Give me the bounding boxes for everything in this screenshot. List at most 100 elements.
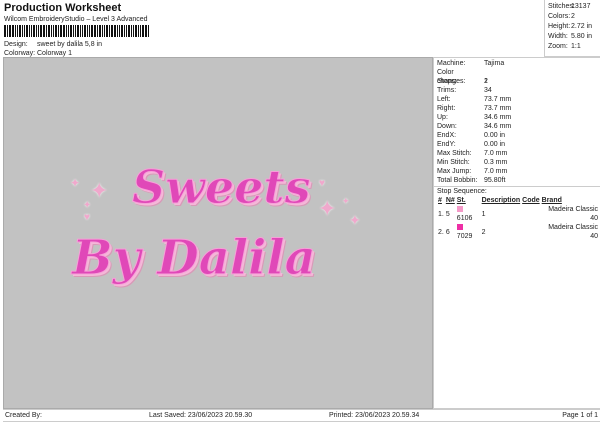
info-row: Max Stitch: 7.0 mm <box>434 149 600 158</box>
info-row: EndY: 0.00 in <box>434 140 600 149</box>
brand: Madeira Classic 40 <box>548 206 598 222</box>
barcode-bar <box>60 25 62 37</box>
barcode-bar <box>114 25 116 37</box>
stat-value: 2 <box>571 13 575 20</box>
info-value: 7.0 mm <box>484 150 508 157</box>
info-label: Right: <box>437 105 456 112</box>
info-label: Min Stitch: <box>437 159 470 166</box>
printed-date: Printed: 23/06/2023 20.59.34 <box>329 412 420 419</box>
info-row: Total Bobbin: 95.80ft <box>434 176 600 185</box>
barcode-bar <box>77 25 79 37</box>
heart-icon: ♥ <box>84 212 90 223</box>
barcode-bar <box>106 25 108 37</box>
barcode-bar <box>104 25 105 37</box>
design-row: Design: sweet by dalila 5,8 in <box>4 41 102 48</box>
code <box>521 205 541 223</box>
sparkle-icon: ✦ <box>318 196 337 221</box>
column-header: Description <box>481 197 521 204</box>
barcode-bar <box>89 25 90 37</box>
info-label: Total Bobbin: <box>437 177 478 184</box>
info-value: 0.3 mm <box>484 159 508 166</box>
barcode-bar <box>80 25 81 37</box>
barcode-bar <box>126 25 127 37</box>
stat-label: Zoom: <box>548 43 568 50</box>
info-value: 34.6 mm <box>484 114 512 121</box>
needle-number: 6 <box>445 228 450 236</box>
info-row: Trims: 34 <box>434 86 600 95</box>
info-row: Left: 73.7 mm <box>434 95 600 104</box>
colorway-row: Colorway: Colorway 1 <box>4 50 72 57</box>
info-label: Max Stitch: <box>437 150 472 157</box>
barcode-bar <box>4 25 6 37</box>
heart-icon: ♥ <box>319 178 325 189</box>
barcode-bar <box>148 25 149 37</box>
barcode <box>4 25 149 37</box>
info-label: EndY: <box>437 141 456 148</box>
barcode-bar <box>142 25 144 37</box>
page-title: Production Worksheet <box>4 2 122 14</box>
barcode-bar <box>97 25 98 37</box>
info-panel: Machine: Tajima Color changes: 1 Stops: 2 Trim… <box>433 57 600 409</box>
info-row: Stops: 2 <box>434 77 600 86</box>
barcode-bar <box>31 25 32 37</box>
barcode-bar <box>131 25 132 37</box>
table-row: 1. 5 6106 1 Madeira Classic 40 <box>437 205 599 223</box>
info-label: Up: <box>437 114 448 121</box>
barcode-bar <box>24 25 25 37</box>
sparkle-icon: ✦ <box>83 200 92 211</box>
stat-row: Stitches:13137 <box>548 2 600 12</box>
barcode-bar <box>138 25 139 37</box>
row-number: 2. <box>438 228 444 236</box>
last-saved: Last Saved: 23/06/2023 20.59.30 <box>149 412 253 419</box>
design-text-line1: Sweets <box>132 160 311 215</box>
column-header: Brand <box>541 197 562 204</box>
stat-label: Width: <box>548 33 568 40</box>
stitch-count: 6106 <box>456 215 473 222</box>
barcode-bar <box>22 25 23 37</box>
info-row: Color changes: 1 <box>434 68 600 85</box>
color-swatch <box>456 224 463 231</box>
stat-label: Colors: <box>548 13 571 20</box>
info-value: 95.80ft <box>484 177 506 184</box>
barcode-bar <box>145 25 147 37</box>
info-value: 7.0 mm <box>484 168 508 175</box>
barcode-bar <box>26 25 28 37</box>
info-value: 73.7 mm <box>484 105 512 112</box>
barcode-bar <box>121 25 123 37</box>
barcode-bar <box>133 25 134 37</box>
barcode-bar <box>117 25 118 37</box>
info-row: Min Stitch: 0.3 mm <box>434 158 600 167</box>
needle-number: 5 <box>445 210 450 218</box>
stat-row: Colors:2 <box>548 12 600 22</box>
stitch-count: 7029 <box>456 233 473 240</box>
barcode-bar <box>58 25 59 37</box>
stat-row: Width: 5.80 in <box>548 32 600 42</box>
barcode-bar <box>111 25 113 37</box>
stat-value: 13137 <box>571 3 591 10</box>
description: 2 <box>481 228 486 236</box>
design-label: Design: <box>4 41 28 48</box>
info-value: 0.00 in <box>484 132 506 139</box>
info-label: Trims: <box>437 87 457 94</box>
barcode-bar <box>53 25 54 37</box>
barcode-bar <box>55 25 57 37</box>
barcode-bar <box>46 25 47 37</box>
stop-sequence-title: Stop Sequence: <box>434 186 600 196</box>
info-row: Machine: Tajima <box>434 59 600 68</box>
design-preview: ✦ ✦ ✦ ♥ ♥ ✦ ✦ ✦ Sweets By Dalila <box>3 57 433 409</box>
barcode-bar <box>75 25 76 37</box>
info-value: 2 <box>484 78 488 85</box>
barcode-bar <box>102 25 103 37</box>
info-value: 0.00 in <box>484 141 506 148</box>
software-name: Wilcom EmbroideryStudio – Level 3 Advanc… <box>4 16 148 23</box>
info-row: EndX: 0.00 in <box>434 131 600 140</box>
barcode-bar <box>12 25 14 37</box>
page-number: Page 1 of 1 <box>562 412 598 419</box>
info-value: Tajima <box>484 60 505 67</box>
column-header: # <box>438 197 442 204</box>
barcode-bar <box>70 25 72 37</box>
barcode-bar <box>128 25 130 37</box>
barcode-bar <box>48 25 50 37</box>
info-label: Max Jump: <box>437 168 472 175</box>
info-row: Down: 34.6 mm <box>434 122 600 131</box>
